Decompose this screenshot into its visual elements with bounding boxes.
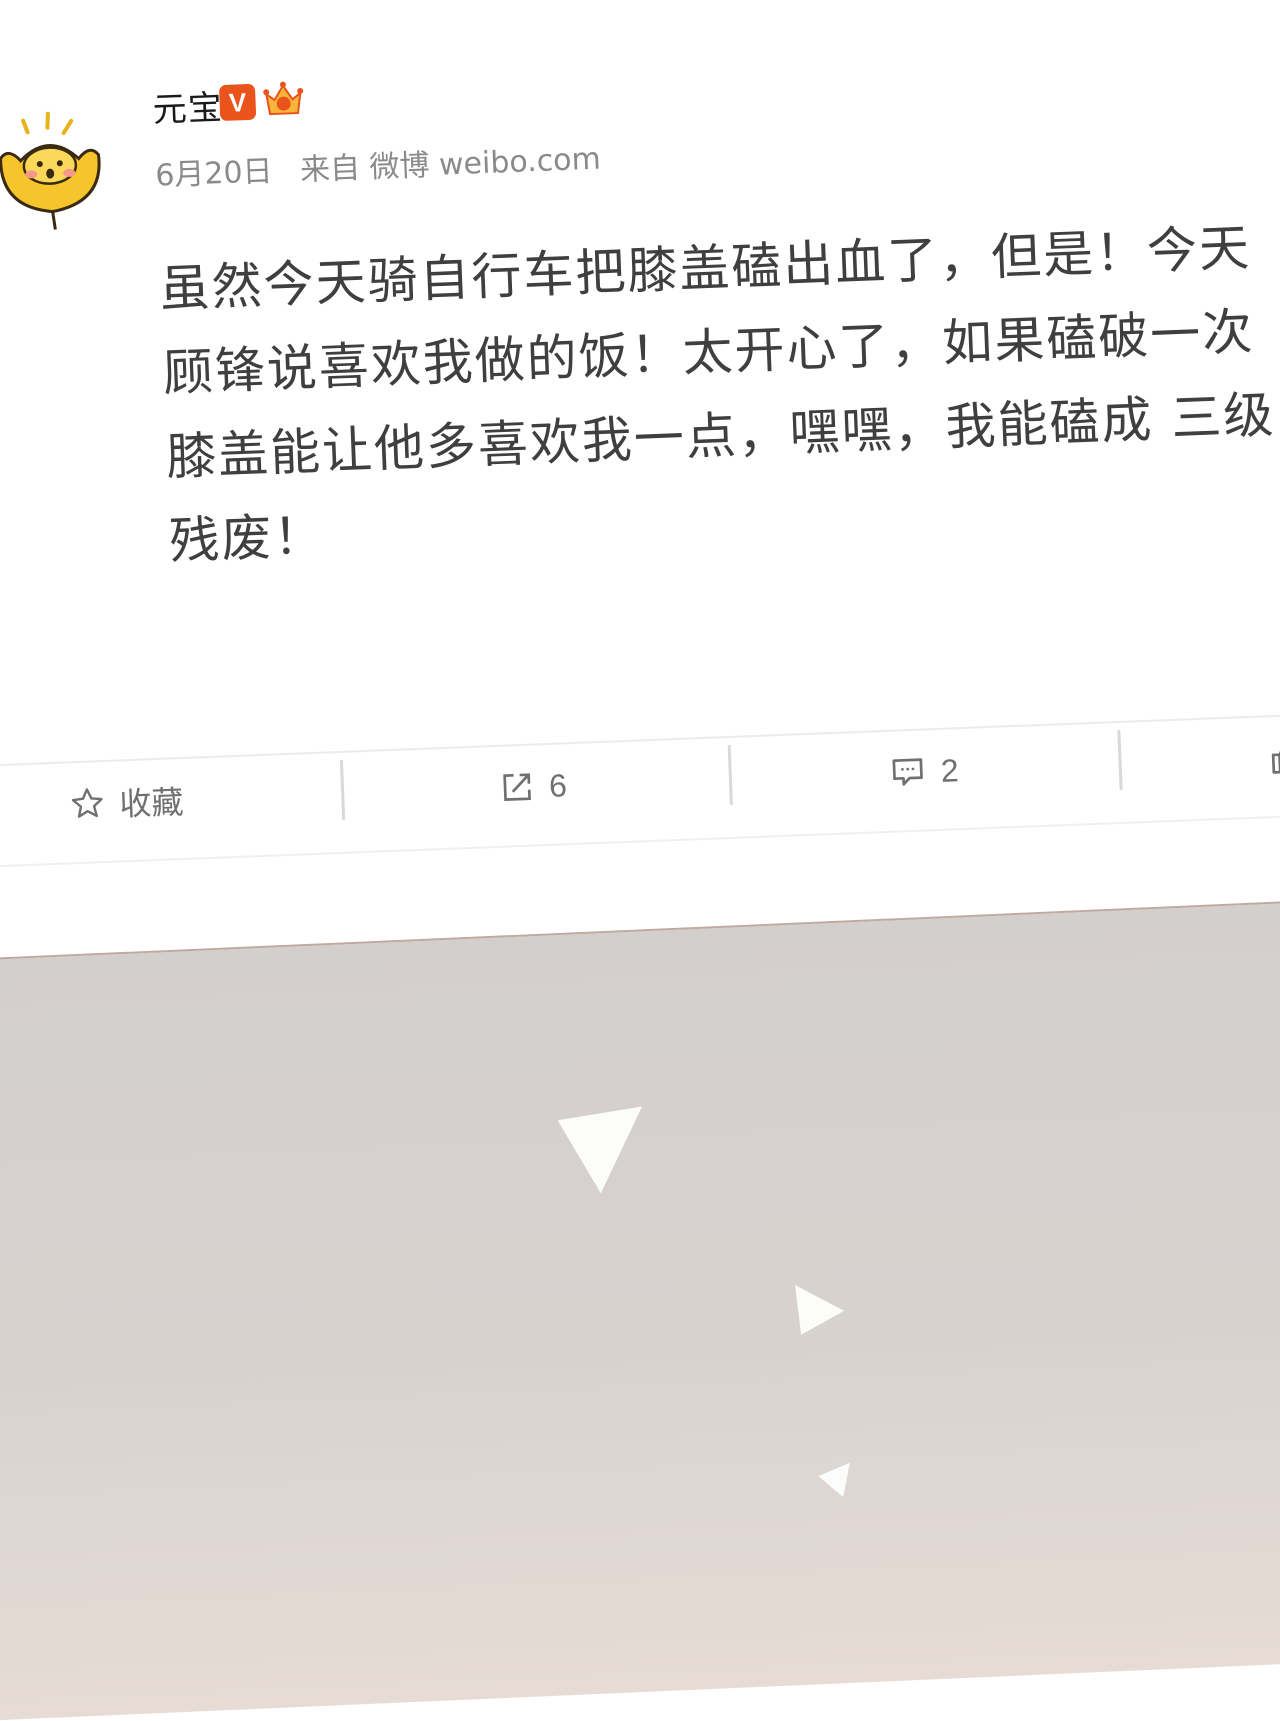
triangle-shape: [794, 1285, 845, 1335]
verified-badge: V: [218, 83, 257, 122]
like-button[interactable]: [1267, 716, 1280, 798]
favorite-label: 收藏: [118, 783, 185, 823]
repost-count: 6: [548, 766, 568, 804]
post-date: 6月20日: [154, 154, 274, 194]
comment-icon: [892, 758, 923, 786]
post-meta: 6月20日 来自 微博 weibo.com: [154, 133, 619, 195]
thumbs-up-icon: [1271, 742, 1280, 774]
comment-count: 2: [940, 751, 960, 789]
share-icon: [503, 773, 531, 802]
favorite-button[interactable]: 收藏: [68, 760, 185, 844]
weibo-post-card: 元宝 V 6月20日 来自 微博 weibo.com 虽然今天骑自行车把膝盖磕出…: [0, 0, 1280, 940]
post-source[interactable]: 来自 微博 weibo.com: [299, 142, 601, 189]
repost-button[interactable]: 6: [498, 745, 569, 828]
star-icon: [71, 788, 103, 818]
comment-button[interactable]: 2: [887, 730, 960, 813]
username[interactable]: 元宝: [152, 80, 224, 132]
action-separator: [1117, 729, 1123, 791]
avatar[interactable]: [0, 110, 107, 234]
gold-ingot-avatar-icon: [0, 111, 101, 230]
triangle-shape: [557, 1106, 643, 1194]
post-content: 虽然今天骑自行车把膝盖磕出血了，但是！今天顾锋说喜欢我做的饭！太开心了，如果磕破…: [158, 218, 1277, 571]
action-separator: [727, 744, 733, 806]
crown-badge-icon: [262, 79, 306, 121]
post-action-bar: 收藏 6 2: [0, 714, 1280, 848]
background-texture-panel: [0, 894, 1280, 1721]
action-separator: [339, 759, 346, 820]
triangle-shape: [818, 1462, 850, 1498]
